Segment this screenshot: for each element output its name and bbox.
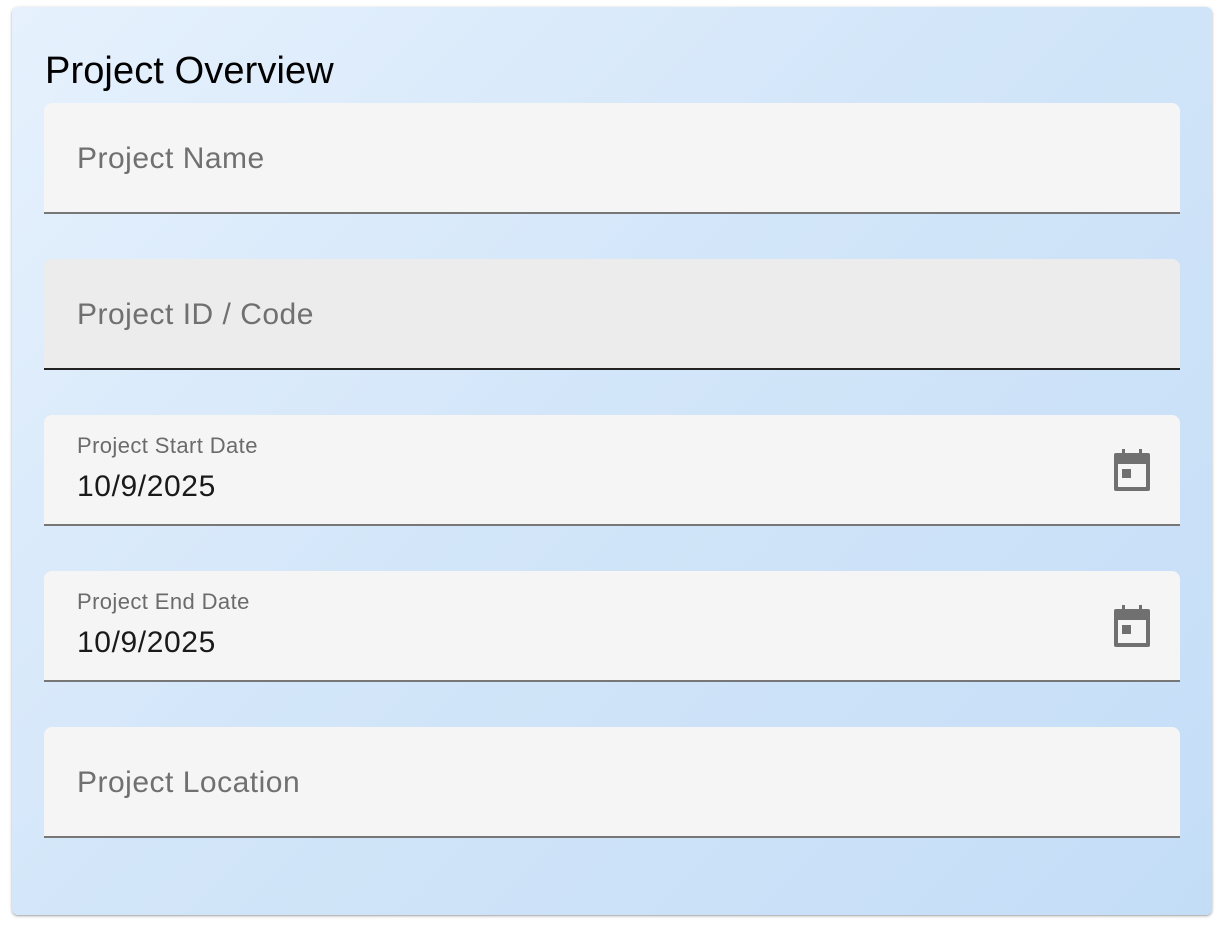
project-id-placeholder: Project ID / Code [77, 298, 314, 331]
project-end-date-field[interactable]: Project End Date 10/9/2025 [44, 571, 1180, 682]
project-name-placeholder: Project Name [77, 142, 265, 175]
project-location-placeholder: Project Location [77, 766, 301, 799]
calendar-icon[interactable] [1112, 448, 1152, 492]
project-start-date-label: Project Start Date [77, 433, 258, 458]
project-name-field[interactable]: Project Name [44, 103, 1180, 214]
project-end-date-value: 10/9/2025 [77, 626, 216, 659]
page-title: Project Overview [45, 50, 334, 92]
project-start-date-field[interactable]: Project Start Date 10/9/2025 [44, 415, 1180, 526]
calendar-icon[interactable] [1112, 604, 1152, 648]
project-id-field[interactable]: Project ID / Code [44, 259, 1180, 370]
project-start-date-value: 10/9/2025 [77, 470, 216, 503]
project-overview-card: Project Overview Project Name Project ID… [12, 7, 1212, 915]
project-end-date-label: Project End Date [77, 589, 250, 614]
project-location-field[interactable]: Project Location [44, 727, 1180, 838]
